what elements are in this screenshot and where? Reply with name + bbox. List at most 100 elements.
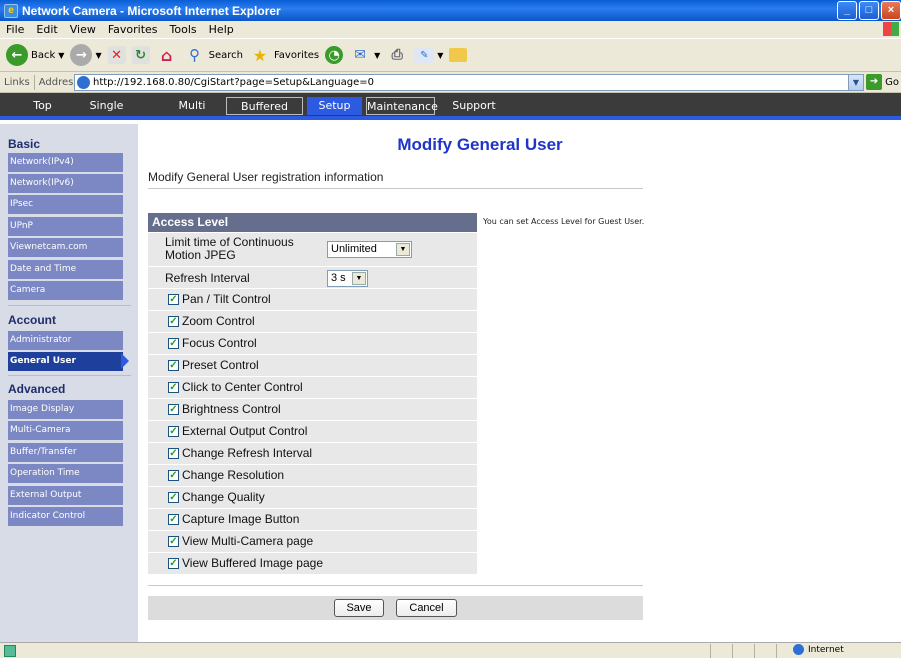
permission-checkbox[interactable]: ✓ (168, 338, 179, 349)
chevron-down-icon: ▼ (437, 50, 444, 60)
permission-checkbox[interactable]: ✓ (168, 558, 179, 569)
permission-checkbox[interactable]: ✓ (168, 294, 179, 305)
permission-checkbox[interactable]: ✓ (168, 470, 179, 481)
sidebar-item-ipsec[interactable]: IPsec (8, 195, 123, 214)
chevron-down-icon: ▼ (352, 272, 366, 285)
permission-label: Change Quality (182, 490, 265, 504)
links-label[interactable]: Links (4, 77, 30, 88)
sidebar-item-date-time[interactable]: Date and Time (8, 260, 123, 279)
divider (148, 188, 643, 189)
menu-tools[interactable]: Tools (170, 23, 197, 36)
divider (148, 585, 643, 586)
permission-checkbox[interactable]: ✓ (168, 448, 179, 459)
permission-label: Zoom Control (182, 314, 255, 328)
menu-file[interactable]: File (6, 23, 24, 36)
forward-arrow-icon: → (70, 44, 93, 66)
permission-label: Change Resolution (182, 468, 285, 482)
address-input[interactable]: http://192.168.0.80/CgiStart?page=Setup&… (74, 74, 864, 91)
permission-checkbox[interactable]: ✓ (168, 492, 179, 503)
sidebar-item-upnp[interactable]: UPnP (8, 217, 123, 236)
back-button[interactable]: ← Back ▼ (6, 44, 64, 66)
print-icon: ⎙ (391, 47, 403, 63)
sidebar-item-general-user[interactable]: General User (8, 352, 123, 371)
minimize-button[interactable]: _ (837, 1, 857, 20)
tab-single[interactable]: Single (75, 97, 138, 115)
permission-checkbox[interactable]: ✓ (168, 404, 179, 415)
go-button[interactable]: ➔ Go (866, 74, 899, 90)
stop-button[interactable]: ✕ (107, 46, 126, 64)
window-title: Network Camera - Microsoft Internet Expl… (22, 3, 281, 18)
ie-app-icon: e (4, 3, 18, 18)
save-button[interactable]: Save (334, 599, 384, 617)
folder-icon (449, 48, 468, 62)
menu-bar: File Edit View Favorites Tools Help (0, 21, 901, 38)
limit-time-label: Limit time of Continuous Motion JPEG (165, 235, 294, 262)
tab-top[interactable]: Top (10, 97, 75, 115)
favorites-button[interactable]: ★ Favorites (249, 44, 319, 66)
permission-row: ✓ Capture Image Button (148, 508, 477, 530)
sidebar-item-external-output[interactable]: External Output (8, 486, 123, 505)
address-dropdown-icon[interactable]: ▼ (848, 75, 863, 90)
search-button[interactable]: ⚲ Search (184, 44, 243, 66)
sidebar-section-advanced: Advanced (8, 382, 66, 396)
refresh-interval-row: Refresh Interval 3 s ▼ (148, 266, 477, 288)
sidebar-item-network-ipv6[interactable]: Network(IPv6) (8, 174, 123, 193)
mail-button[interactable]: ✉ ▼ (349, 44, 380, 66)
permission-row: ✓ Preset Control (148, 354, 477, 376)
page-status-icon (4, 644, 16, 657)
permission-checkbox[interactable]: ✓ (168, 426, 179, 437)
permission-label: Click to Center Control (182, 380, 303, 394)
page-subtitle: Modify General User registration informa… (148, 170, 384, 184)
sidebar-divider (8, 305, 131, 306)
menu-help[interactable]: Help (209, 23, 234, 36)
permission-checkbox[interactable]: ✓ (168, 382, 179, 393)
tab-support[interactable]: Support (445, 97, 503, 115)
refresh-interval-select[interactable]: 3 s ▼ (327, 270, 368, 287)
go-arrow-icon: ➔ (866, 74, 883, 90)
permission-row: ✓ External Output Control (148, 420, 477, 442)
permission-row: ✓ View Multi-Camera page (148, 530, 477, 552)
edit-button[interactable]: ✎ ▼ (414, 47, 443, 63)
permission-label: Capture Image Button (182, 512, 300, 526)
limit-time-select[interactable]: Unlimited ▼ (327, 241, 412, 258)
menu-view[interactable]: View (70, 23, 96, 36)
star-icon: ★ (252, 45, 268, 65)
selected-arrow-icon (121, 353, 129, 369)
close-button[interactable]: × (881, 1, 901, 20)
sidebar-item-operation-time[interactable]: Operation Time (8, 464, 123, 483)
page-icon (77, 76, 90, 89)
permission-checkbox[interactable]: ✓ (168, 514, 179, 525)
maximize-button[interactable]: □ (859, 1, 879, 20)
sidebar-item-buffer-transfer[interactable]: Buffer/Transfer (8, 443, 123, 462)
sidebar-item-multi-camera[interactable]: Multi-Camera (8, 421, 123, 440)
permission-label: View Buffered Image page (182, 556, 323, 570)
permission-checkbox[interactable]: ✓ (168, 360, 179, 371)
print-button[interactable]: ⎙ (386, 44, 408, 66)
permission-checkbox[interactable]: ✓ (168, 536, 179, 547)
sidebar-item-image-display[interactable]: Image Display (8, 400, 123, 419)
address-bar: Links Address http://192.168.0.80/CgiSta… (0, 72, 901, 93)
history-button[interactable]: ◔ (325, 46, 344, 64)
tab-maintenance[interactable]: Maintenance (366, 97, 438, 115)
sidebar-item-network-ipv4[interactable]: Network(IPv4) (8, 153, 123, 172)
sidebar-item-indicator-control[interactable]: Indicator Control (8, 507, 123, 526)
cancel-button[interactable]: Cancel (396, 599, 457, 617)
tab-multi[interactable]: Multi (162, 97, 222, 115)
menu-favorites[interactable]: Favorites (108, 23, 158, 36)
browser-toolbar: ← Back ▼ → ▼ ✕ ↻ ⌂ ⚲ Search ★ Favorites … (0, 38, 901, 72)
sidebar-item-viewnetcam[interactable]: Viewnetcam.com (8, 238, 123, 257)
refresh-button[interactable]: ↻ (131, 46, 150, 64)
permission-checkbox[interactable]: ✓ (168, 316, 179, 327)
folder-button[interactable] (449, 48, 468, 62)
sidebar-item-camera[interactable]: Camera (8, 281, 123, 300)
home-button[interactable]: ⌂ (156, 44, 178, 66)
menu-edit[interactable]: Edit (36, 23, 57, 36)
sidebar-item-administrator[interactable]: Administrator (8, 331, 123, 350)
back-arrow-icon: ← (6, 44, 28, 66)
search-icon: ⚲ (189, 46, 201, 64)
access-level-hint: You can set Access Level for Guest User. (483, 217, 645, 226)
forward-button[interactable]: → ▼ (70, 44, 102, 66)
tab-setup[interactable]: Setup (307, 97, 362, 115)
permission-row: ✓ Click to Center Control (148, 376, 477, 398)
tab-buffered-image[interactable]: Buffered Image (226, 97, 303, 131)
